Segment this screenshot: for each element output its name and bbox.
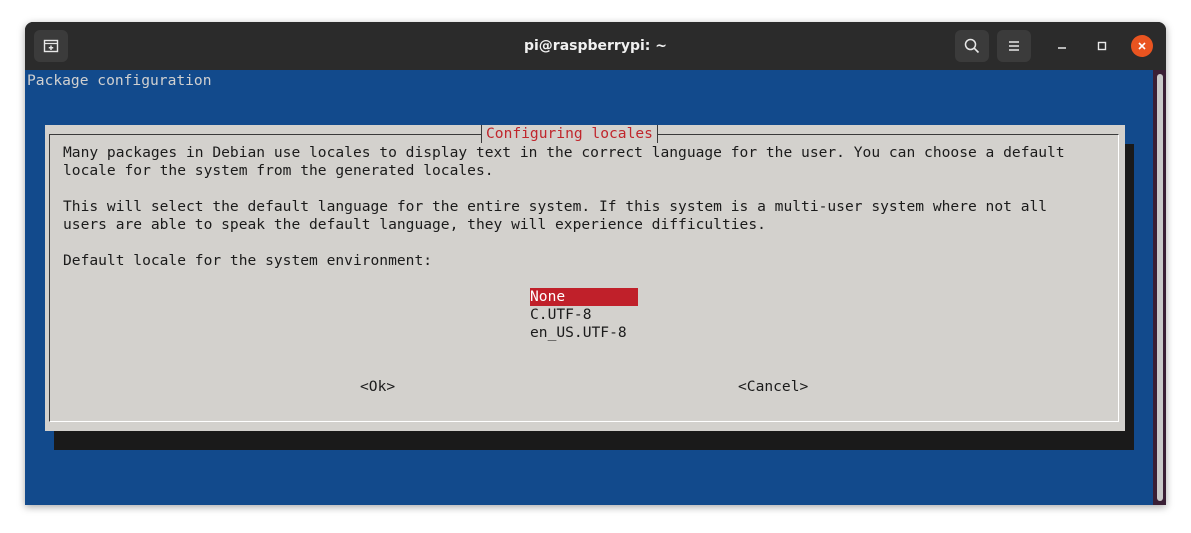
window-title: pi@raspberrypi: ~ bbox=[523, 38, 667, 54]
dialog-text-line: Many packages in Debian use locales to d… bbox=[63, 144, 1065, 161]
maximize-button[interactable] bbox=[1091, 35, 1113, 57]
title-bar: pi@raspberrypi: ~ bbox=[25, 22, 1166, 70]
search-icon bbox=[964, 38, 980, 54]
dialog-title: Configuring locales bbox=[481, 125, 658, 143]
new-tab-icon bbox=[43, 39, 59, 53]
hamburger-menu-icon bbox=[1009, 41, 1019, 51]
package-configuration-header: Package configuration bbox=[27, 72, 212, 89]
scrollbar[interactable] bbox=[1153, 70, 1166, 505]
dialog-text-line: users are able to speak the default lang… bbox=[63, 216, 766, 233]
menu-button[interactable] bbox=[997, 30, 1031, 62]
terminal-area[interactable]: Package configuration Configuring locale… bbox=[25, 70, 1153, 505]
scrollbar-thumb[interactable] bbox=[1157, 74, 1163, 501]
dialog-text-line: This will select the default language fo… bbox=[63, 198, 1048, 215]
terminal-window: pi@raspberrypi: ~ Package configuration … bbox=[25, 22, 1166, 505]
locale-prompt: Default locale for the system environmen… bbox=[63, 252, 433, 269]
close-icon bbox=[1138, 42, 1146, 50]
search-button[interactable] bbox=[955, 30, 989, 62]
maximize-icon bbox=[1097, 41, 1107, 51]
dialog-text-line: locale for the system from the generated… bbox=[63, 162, 494, 179]
locale-dialog: Configuring locales Many packages in Deb… bbox=[45, 125, 1125, 431]
locale-option-c-utf8[interactable]: C.UTF-8 bbox=[530, 306, 638, 324]
minimize-button[interactable] bbox=[1051, 35, 1073, 57]
locale-option-none[interactable]: None bbox=[530, 288, 638, 306]
ok-button[interactable]: <Ok> bbox=[360, 378, 395, 396]
cancel-button[interactable]: <Cancel> bbox=[738, 378, 808, 396]
locale-option-en-us-utf8[interactable]: en_US.UTF-8 bbox=[530, 324, 638, 342]
new-tab-button[interactable] bbox=[34, 30, 68, 62]
minimize-icon bbox=[1058, 47, 1066, 49]
close-button[interactable] bbox=[1131, 35, 1153, 57]
